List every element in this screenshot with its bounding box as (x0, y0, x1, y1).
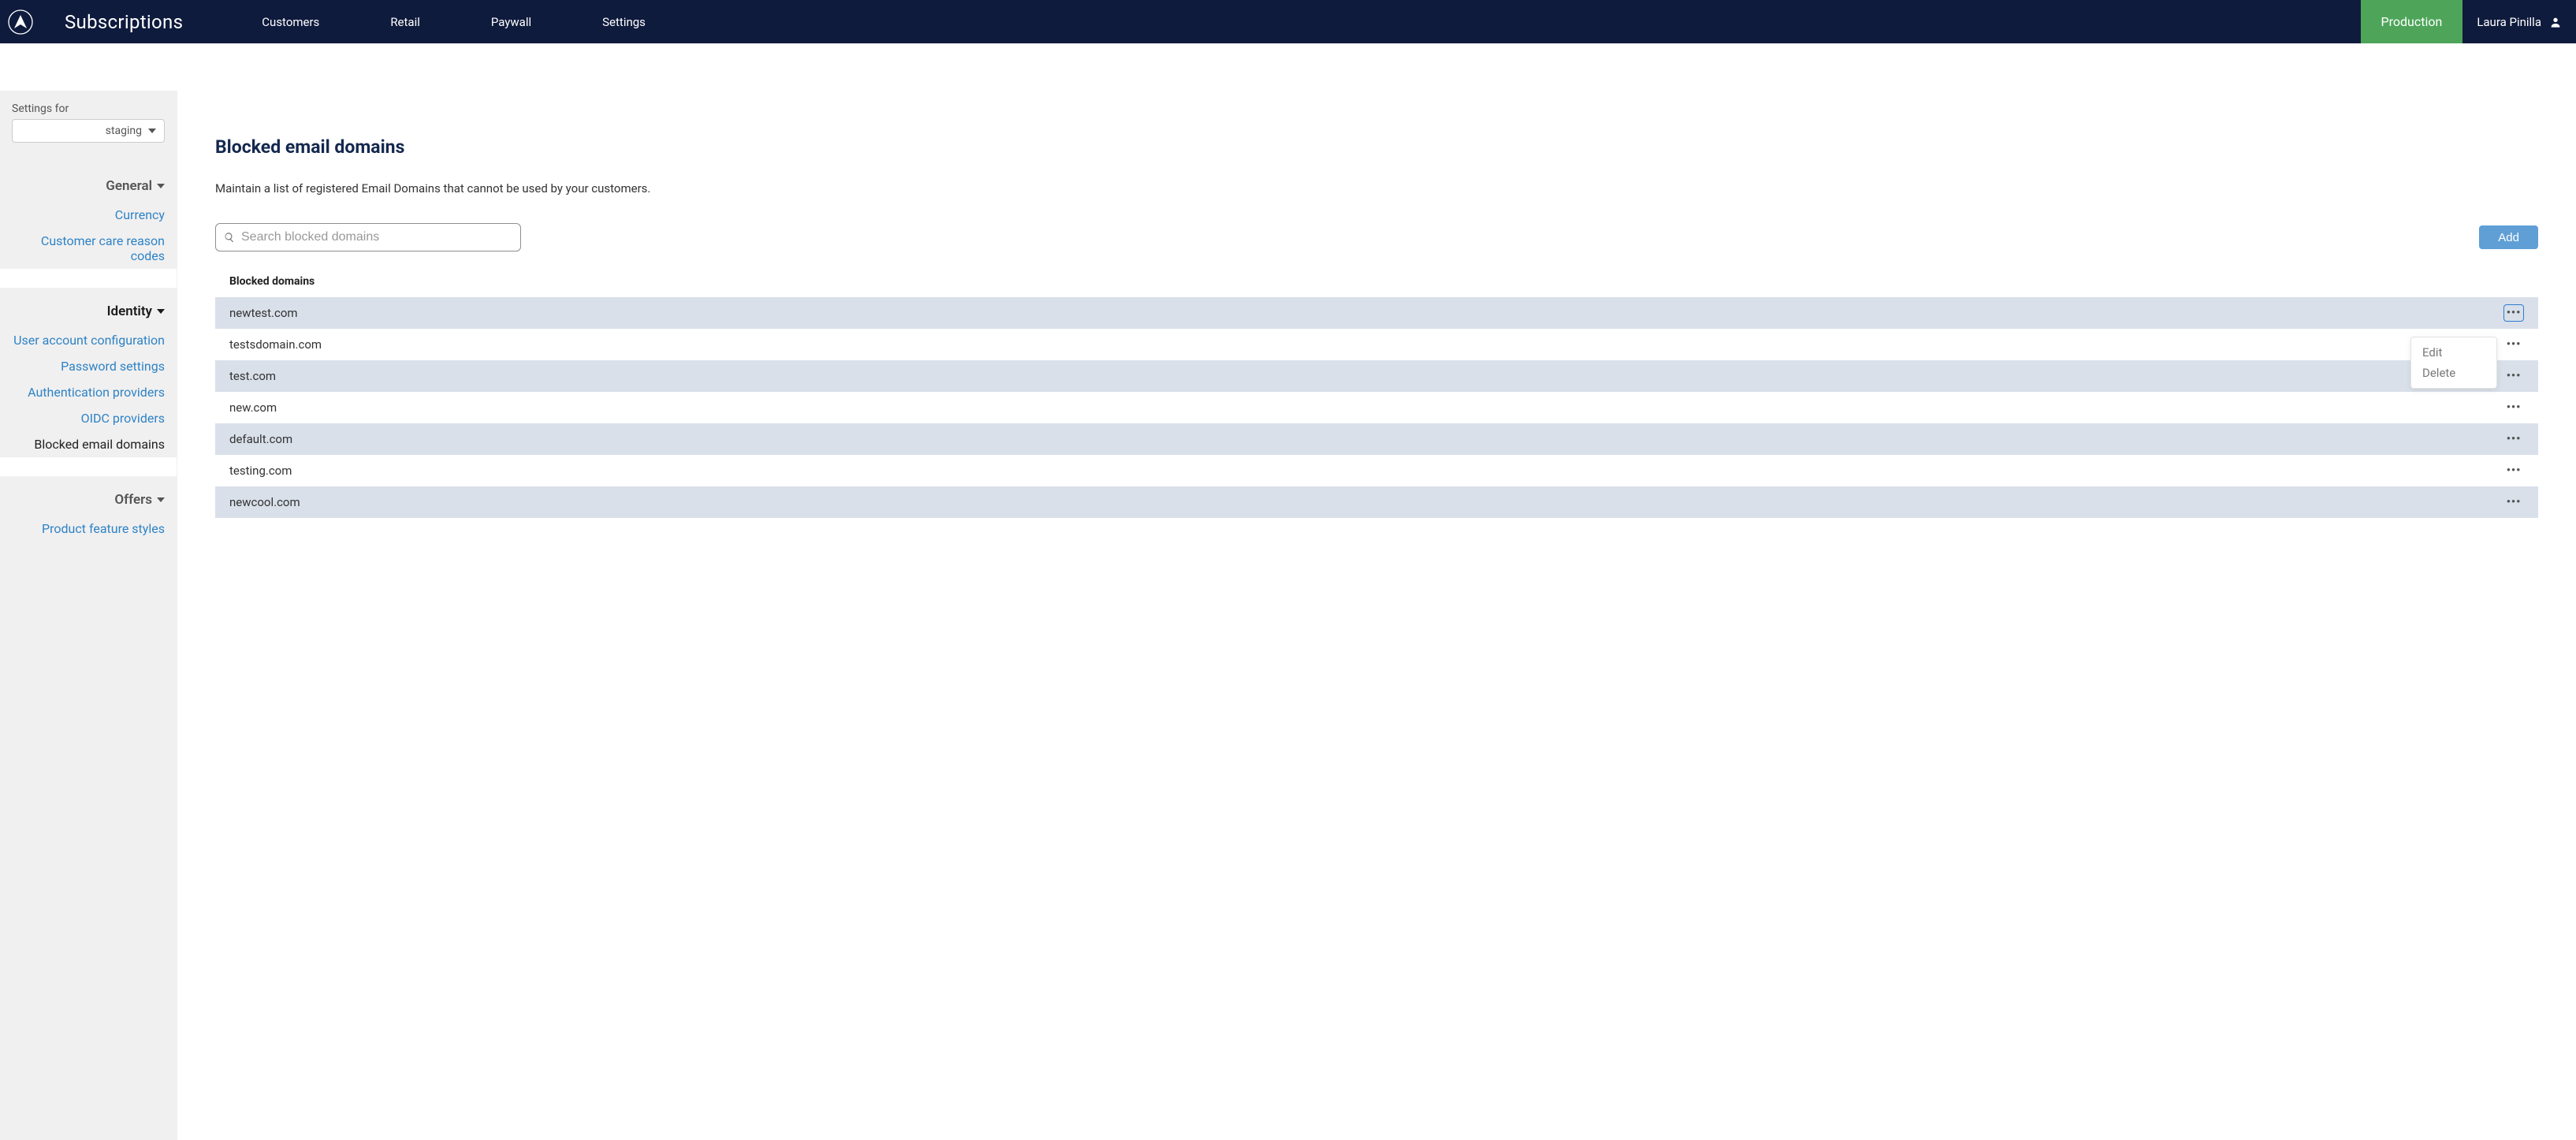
sidebar-item-blocked-email-domains[interactable]: Blocked email domains (0, 431, 177, 457)
sidebar-item-product-feature-styles[interactable]: Product feature styles (0, 516, 177, 542)
chevron-down-icon (157, 309, 165, 314)
sidebar-item-user-account-configuration[interactable]: User account configuration (0, 327, 177, 353)
settings-env-value: staging (106, 125, 142, 137)
sidebar-item-authentication-providers[interactable]: Authentication providers (0, 379, 177, 405)
row-actions-button[interactable]: ••• (2503, 462, 2524, 479)
table-row: test.com ••• (215, 360, 2538, 392)
row-actions-menu: Edit Delete (2410, 337, 2497, 389)
row-actions-button[interactable]: ••• (2503, 494, 2524, 511)
table-cell-domain: newtest.com (229, 306, 2503, 320)
chevron-down-icon (157, 497, 165, 502)
sidebar-section-offers-label: Offers (114, 492, 152, 508)
app-logo (8, 9, 33, 35)
table-cell-domain: default.com (229, 432, 2503, 446)
settings-env-select[interactable]: staging (12, 119, 165, 143)
search-input-wrapper (215, 223, 521, 251)
environment-badge[interactable]: Production (2361, 0, 2463, 43)
user-menu[interactable]: Laura Pinilla (2462, 0, 2576, 43)
search-icon (224, 232, 235, 243)
toolbar: Add (215, 223, 2538, 251)
settings-sidebar: Settings for staging General Currency Cu… (0, 91, 177, 1140)
row-action-edit[interactable]: Edit (2411, 342, 2496, 363)
nav-retail[interactable]: Retail (355, 0, 456, 43)
user-name: Laura Pinilla (2477, 15, 2541, 29)
table-row: default.com ••• (215, 423, 2538, 455)
sidebar-item-customer-care-reason-codes[interactable]: Customer care reason codes (0, 228, 177, 269)
table-cell-domain: testsdomain.com (229, 337, 2503, 352)
table-cell-domain: test.com (229, 369, 2503, 383)
table-row: new.com ••• (215, 392, 2538, 423)
table-cell-domain: newcool.com (229, 495, 2503, 509)
table-header-domain: Blocked domains (229, 275, 2524, 288)
sidebar-section-offers[interactable]: Offers (0, 476, 177, 516)
main-content: Blocked email domains Maintain a list of… (177, 91, 2576, 1140)
sidebar-section-identity[interactable]: Identity (0, 288, 177, 327)
table-cell-domain: new.com (229, 400, 2503, 415)
row-actions-button[interactable]: ••• (2503, 430, 2524, 448)
user-icon (2549, 16, 2562, 28)
nav-customers[interactable]: Customers (226, 0, 355, 43)
row-actions-button[interactable]: ••• (2503, 367, 2524, 385)
sidebar-item-currency[interactable]: Currency (0, 202, 177, 228)
nav-paywall[interactable]: Paywall (456, 0, 567, 43)
row-actions-button[interactable]: ••• (2503, 336, 2524, 353)
primary-nav: Customers Retail Paywall Settings (226, 0, 681, 43)
table-row: newtest.com ••• (215, 297, 2538, 329)
table-header-row: Blocked domains (215, 275, 2538, 297)
sidebar-section-general[interactable]: General (0, 162, 177, 202)
top-nav: Subscriptions Customers Retail Paywall S… (0, 0, 2576, 43)
nav-settings[interactable]: Settings (567, 0, 681, 43)
blocked-domains-table: Blocked domains newtest.com ••• testsdom… (215, 275, 2538, 518)
page-title: Blocked email domains (215, 136, 2538, 158)
table-row: testing.com ••• (215, 455, 2538, 486)
row-actions-button[interactable]: ••• (2503, 399, 2524, 416)
row-action-delete[interactable]: Delete (2411, 363, 2496, 383)
page-subtitle: Maintain a list of registered Email Doma… (215, 181, 2538, 196)
table-cell-domain: testing.com (229, 464, 2503, 478)
chevron-down-icon (148, 129, 156, 133)
sidebar-item-oidc-providers[interactable]: OIDC providers (0, 405, 177, 431)
row-actions-button[interactable]: ••• (2503, 304, 2524, 322)
sidebar-item-password-settings[interactable]: Password settings (0, 353, 177, 379)
app-title: Subscriptions (65, 11, 183, 33)
table-row: testsdomain.com ••• (215, 329, 2538, 360)
settings-for-label: Settings for (0, 102, 177, 115)
sidebar-section-identity-label: Identity (107, 304, 152, 319)
search-input[interactable] (241, 230, 512, 244)
table-row: newcool.com ••• (215, 486, 2538, 518)
sidebar-section-general-label: General (106, 178, 152, 194)
add-button[interactable]: Add (2479, 225, 2538, 249)
chevron-down-icon (157, 184, 165, 188)
